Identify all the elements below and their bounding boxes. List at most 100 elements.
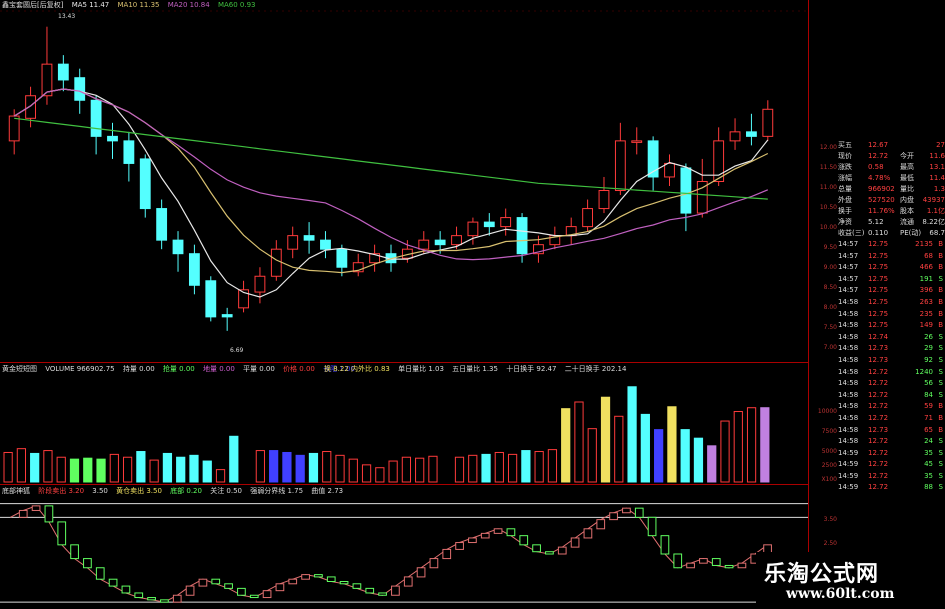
tick-side: B <box>938 240 943 248</box>
volume-bar <box>468 454 478 483</box>
volume-bar <box>215 469 226 483</box>
quote-value: 527520 <box>868 196 895 204</box>
tick-time: 14:57 <box>838 240 859 248</box>
tick-price: 12.75 <box>868 321 889 330</box>
tick-volume: 68 <box>924 251 933 260</box>
quote-label: 净资 <box>838 218 852 226</box>
tick-time: 14:58 <box>838 379 859 388</box>
watermark: 乐淘公式网 www.60lt.com <box>756 552 945 609</box>
tick-time: 14:58 <box>838 332 859 341</box>
indicator-box <box>480 532 490 539</box>
tick-time: 14:59 <box>838 448 859 457</box>
tick-price: 12.72 <box>868 413 889 422</box>
volume-bar <box>680 429 690 483</box>
volume-item-0: 持量 0.00 <box>122 365 155 373</box>
candle <box>254 275 266 293</box>
quote-value: 0.58 <box>868 163 884 171</box>
indicator-box <box>198 578 208 587</box>
tick-price: 12.74 <box>868 332 889 341</box>
quote-right-value: 1.1亿 <box>926 207 945 215</box>
tick-volume: 263 <box>919 297 933 306</box>
indicator-box <box>134 592 144 599</box>
tick-volume: 59 <box>924 402 933 411</box>
volume-panel[interactable]: 黄金短短图 VOLUME 966902.75 持量 0.00 抢量 0.00 地… <box>0 362 808 484</box>
tick-side: S <box>938 390 943 399</box>
tick-side: S <box>938 344 943 353</box>
indicator-box <box>429 558 439 569</box>
indicator-box <box>237 587 246 596</box>
price-kline-panel[interactable]: 鑫宝套圆后[后复权] MA5 11.47 MA10 11.35 MA20 10.… <box>0 0 808 362</box>
tick-time: 14:58 <box>838 309 859 318</box>
tick-row: 14:57 12.75 396 B <box>838 285 945 297</box>
volume-bar <box>667 406 677 483</box>
tick-side: B <box>938 413 943 422</box>
tick-volume: 191 <box>919 274 933 283</box>
tick-price: 12.73 <box>868 355 889 364</box>
volume-bar <box>401 456 412 483</box>
indicator-box <box>583 528 593 539</box>
candle <box>418 239 430 250</box>
tick-row: 14:58 12.75 149 B <box>838 320 945 332</box>
price-chart[interactable] <box>0 0 808 362</box>
indicator-box <box>493 528 503 534</box>
candle <box>598 190 610 210</box>
tick-price: 12.75 <box>868 297 889 306</box>
tick-row: 14:58 12.72 1240 S <box>838 367 945 379</box>
volume-bar <box>229 435 239 483</box>
ma5-label: MA5 11.47 <box>71 1 110 9</box>
tick-row: 14:58 12.73 65 B <box>838 425 945 437</box>
volume-bar <box>375 467 385 483</box>
indicator-box <box>57 521 67 546</box>
candle <box>139 158 151 210</box>
indicator-box <box>249 594 259 599</box>
volume-item-2: 地量 0.00 <box>202 365 235 373</box>
tick-price: 12.75 <box>868 309 889 318</box>
price-tick: 7.50 <box>823 324 837 331</box>
volume-bar <box>720 420 730 483</box>
indicator-box <box>416 567 426 578</box>
candle <box>156 208 168 241</box>
quote-label: 涨跌 <box>838 163 852 171</box>
candle <box>614 140 626 192</box>
indicator-panel[interactable]: 底部神狐 阶段卖出 3.20 3.50 黄仓卖出 3.50 底部 0.20 关注… <box>0 484 808 609</box>
candle <box>516 217 528 255</box>
ma10-label: MA10 11.35 <box>117 1 160 9</box>
tick-time: 14:58 <box>838 321 859 330</box>
candle <box>483 221 495 228</box>
tick-side: B <box>938 286 943 295</box>
tick-volume: 396 <box>919 286 933 295</box>
candle <box>270 248 282 277</box>
indicator-box <box>673 553 683 569</box>
volume-bar <box>149 459 159 483</box>
quote-label: 收益(三) <box>838 229 865 237</box>
indicator-box <box>403 576 413 587</box>
volume-bar <box>627 386 637 483</box>
volume-chart[interactable] <box>0 362 808 484</box>
price-header: 鑫宝套圆后[后复权] MA5 11.47 MA10 11.35 MA20 10.… <box>2 0 262 10</box>
indicator-box <box>326 576 336 582</box>
tick-price: 12.72 <box>868 460 889 469</box>
volume-bar <box>428 455 438 483</box>
volume-bar <box>43 450 53 483</box>
candle <box>8 115 20 142</box>
quote-label: 现价 <box>838 152 852 160</box>
indicator-box <box>31 505 41 511</box>
volume-bar <box>574 401 584 483</box>
volume-header: 黄金短短图 VOLUME 966902.75 持量 0.00 抢量 0.00 地… <box>2 364 361 374</box>
indicator-box <box>108 578 118 587</box>
turnover-4: 十日换手 92.47 <box>506 365 557 373</box>
volume-item-1: 抢量 0.00 <box>162 365 195 373</box>
volume-bar <box>760 407 770 483</box>
tick-time: 14:58 <box>838 297 859 306</box>
tick-time: 14:57 <box>838 251 859 260</box>
tick-time: 14:58 <box>838 413 859 422</box>
indicator-box <box>557 546 567 555</box>
tick-side: S <box>938 274 943 283</box>
volume-bar <box>547 449 558 483</box>
tick-row: 14:59 12.72 35 S <box>838 471 945 483</box>
quote-mid-label: PE(动) <box>900 229 922 237</box>
indicator-chart[interactable] <box>0 484 808 609</box>
candle <box>631 140 643 143</box>
quote-mid-label: 量比 <box>900 185 914 193</box>
tick-time: 14:58 <box>838 367 859 376</box>
